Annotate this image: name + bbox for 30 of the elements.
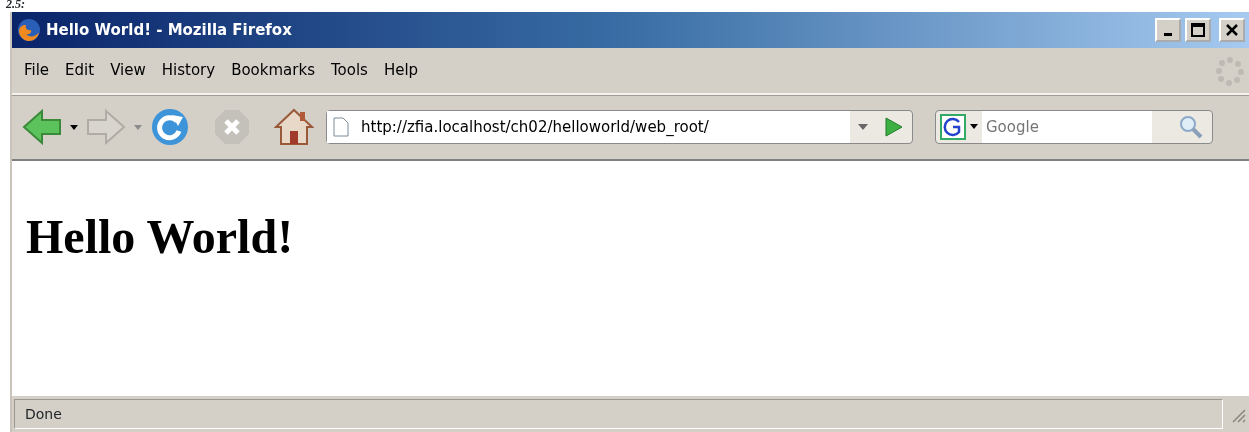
menu-item[interactable]: Bookmarks (223, 57, 323, 84)
home-button[interactable] (274, 107, 314, 147)
caret-icon (70, 124, 78, 131)
status-text: Done (14, 399, 1223, 429)
minimize-icon (1164, 32, 1172, 36)
menu-item[interactable]: File (16, 57, 58, 84)
caret-icon (970, 124, 978, 130)
minimize-button[interactable] (1155, 18, 1181, 42)
search-field[interactable]: Google (982, 111, 1152, 143)
figure-caption: 2.5: (5, 0, 26, 12)
address-bar[interactable]: http://zfia.localhost/ch02/helloworld/web_root/ (326, 110, 913, 144)
menu-item[interactable]: View (102, 57, 154, 84)
page-heading: Hello World! (26, 209, 295, 264)
page-icon (333, 117, 349, 137)
menu-item[interactable]: Help (375, 57, 427, 84)
menu-item[interactable]: Tools (322, 57, 376, 84)
menu-item[interactable]: Edit (57, 57, 103, 84)
maximize-icon (1191, 23, 1205, 37)
reload-button[interactable] (150, 107, 190, 147)
address-field[interactable]: http://zfia.localhost/ch02/helloworld/web_root/ (327, 111, 850, 143)
play-arrow-icon (884, 116, 904, 138)
caret-icon (134, 124, 142, 131)
close-icon (1225, 23, 1239, 37)
caret-icon (858, 124, 868, 131)
back-button[interactable] (22, 109, 62, 145)
window-title: Hello World! - Mozilla Firefox (46, 21, 292, 39)
close-button[interactable] (1219, 18, 1245, 42)
globe-icon (16, 17, 42, 43)
maximize-button[interactable] (1185, 18, 1211, 42)
menu-item[interactable]: History (153, 57, 224, 84)
